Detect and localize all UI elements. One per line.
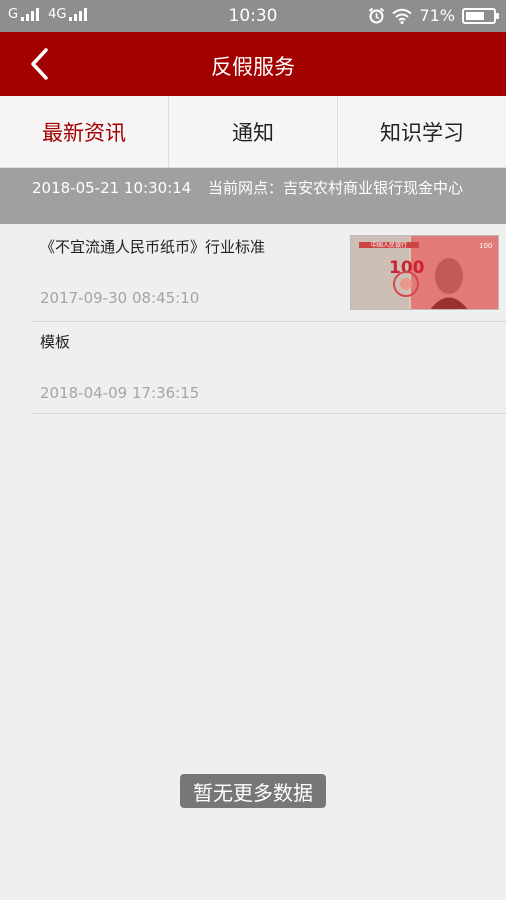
- branch-value: 吉安农村商业银行现金中心: [283, 179, 464, 197]
- info-bar: 2018-05-21 10:30:14 当前网点： 吉安农村商业银行现金中心: [0, 168, 506, 224]
- news-title: 模板: [40, 333, 71, 351]
- alarm-icon: [369, 7, 385, 24]
- page-title: 反假服务: [211, 55, 295, 79]
- list-item[interactable]: 模板 2018-04-09 17:36:15: [32, 322, 506, 414]
- branch-label: 当前网点：: [208, 179, 284, 197]
- list-item[interactable]: 《不宜流通人民币纸币》行业标准 2017-09-30 08:45:10 中国人民…: [32, 224, 506, 322]
- banknote-image: 中国人民银行 100 100: [351, 236, 498, 309]
- thumbnail-denomination: 100: [389, 258, 425, 278]
- news-title: 《不宜流通人民币纸币》行业标准: [40, 238, 266, 256]
- thumbnail-bank-text: 中国人民银行: [371, 241, 407, 249]
- no-more-data-toast: 暂无更多数据: [180, 774, 326, 808]
- status-icons: 71%: [368, 6, 499, 25]
- status-bar: G 4G 10:30 71%: [0, 0, 506, 32]
- news-list: 《不宜流通人民币纸币》行业标准 2017-09-30 08:45:10 中国人民…: [32, 224, 506, 414]
- battery-percent: 71%: [419, 6, 455, 25]
- app-header: 反假服务: [0, 32, 506, 96]
- info-timestamp: 2018-05-21 10:30:14: [32, 179, 192, 197]
- current-branch: 当前网点： 吉安农村商业银行现金中心: [208, 179, 483, 198]
- thumbnail-corner-denomination: 100: [479, 242, 492, 250]
- battery-icon: [462, 7, 499, 24]
- tab-bar: 最新资讯 通知 知识学习: [0, 96, 506, 168]
- news-date: 2018-04-09 17:36:15: [40, 384, 200, 402]
- banknote-thumbnail: 中国人民银行 100 100: [350, 235, 499, 310]
- tab-knowledge[interactable]: 知识学习: [338, 96, 506, 167]
- news-date: 2017-09-30 08:45:10: [40, 289, 200, 307]
- wifi-icon: [392, 8, 413, 24]
- tab-latest-news[interactable]: 最新资讯: [0, 96, 169, 167]
- tab-notifications[interactable]: 通知: [169, 96, 338, 167]
